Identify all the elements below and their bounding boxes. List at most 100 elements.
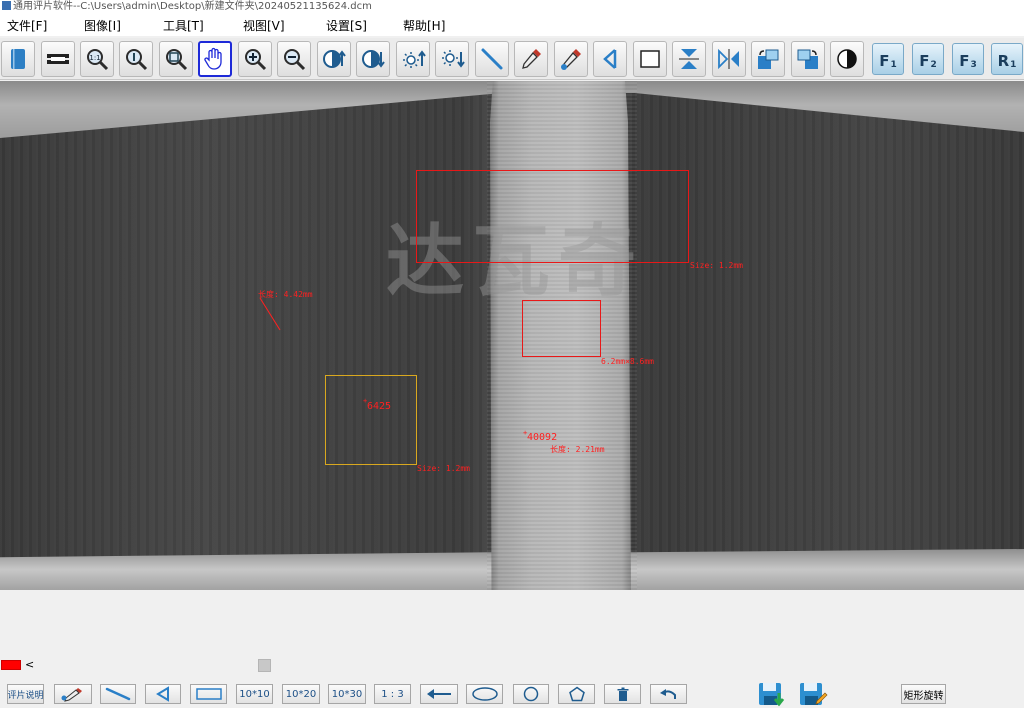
f2-button[interactable]: F2: [912, 43, 944, 75]
bottom-line-button[interactable]: [100, 684, 136, 704]
r1-label: R: [997, 52, 1010, 70]
window-title: 通用评片软件--C:\Users\admin\Desktop\新建文件夹\202…: [13, 1, 372, 12]
grid-10x10-label: 10*10: [239, 688, 270, 700]
circle-button[interactable]: [513, 684, 549, 704]
book-icon: [11, 49, 25, 69]
arrow-left-icon: [427, 689, 451, 699]
zoom-out-button[interactable]: [277, 41, 311, 77]
bottom-triangle-button[interactable]: [145, 684, 181, 704]
rect-large-size-label: Size: 1.2mm: [690, 261, 743, 270]
zoom-full-button[interactable]: [159, 41, 193, 77]
f3-label: F: [959, 52, 970, 70]
line-tool-icon: [481, 48, 503, 70]
zoom-info-button[interactable]: [119, 41, 153, 77]
triangle-icon: [603, 49, 617, 69]
brightness-down-button[interactable]: [435, 41, 469, 77]
rect-yellow-size-label: Size: 1.2mm: [417, 464, 470, 473]
f1-button[interactable]: F1: [872, 43, 904, 75]
flip-horizontal-button[interactable]: [712, 41, 746, 77]
rotate-right-icon: [797, 49, 818, 69]
rectangle-icon: [195, 688, 222, 700]
brightness-down-icon: [442, 50, 465, 68]
measure-rect-yellow[interactable]: [325, 375, 417, 465]
f3-sub: 3: [970, 60, 977, 70]
rotate-left-button[interactable]: [751, 41, 785, 77]
undo-icon: [659, 689, 676, 699]
flip-vertical-icon: [679, 49, 699, 69]
menu-settings[interactable]: 设置[S]: [326, 17, 367, 34]
save-edit-icon[interactable]: [798, 681, 828, 707]
arrow-button[interactable]: [420, 684, 458, 704]
image-viewer[interactable]: 达瓦奇 Size: 1.2mm 6.2mm×8.6mm Size: 1.2mm …: [0, 81, 1024, 590]
measure-rect-large[interactable]: [416, 170, 689, 263]
save-download-icon[interactable]: [757, 681, 787, 707]
eyedropper-plus-icon: [561, 49, 581, 70]
film-description-label: 评片说明: [7, 690, 44, 701]
zoom-fit-button[interactable]: 1:1: [80, 41, 114, 77]
r1-button[interactable]: R1: [991, 43, 1023, 75]
triangle-button[interactable]: [593, 41, 627, 77]
annotation-color-swatch[interactable]: [1, 660, 21, 670]
left-length-line: [259, 297, 281, 331]
bottom-rectangle-button[interactable]: [190, 684, 227, 704]
ratio-1-3-button[interactable]: 1 : 3: [374, 684, 411, 704]
invert-icon: [837, 49, 857, 69]
delete-button[interactable]: [604, 684, 641, 704]
level-icon: [47, 54, 69, 64]
line-tool-button[interactable]: [475, 41, 509, 77]
hand-pan-button[interactable]: [198, 41, 232, 77]
book-button[interactable]: [1, 41, 35, 77]
brightness-up-button[interactable]: [396, 41, 430, 77]
ellipse-button[interactable]: [466, 684, 503, 704]
menu-bar: 文件[F] 图像[I] 工具[T] 视图[V] 设置[S] 帮助[H]: [0, 14, 1024, 36]
flip-vertical-button[interactable]: [672, 41, 706, 77]
grid-10x20-button[interactable]: 10*20: [282, 684, 320, 704]
contrast-down-button[interactable]: [356, 41, 390, 77]
point1-value: 6425: [367, 401, 392, 412]
invert-button[interactable]: [830, 41, 864, 77]
zoom-in-button[interactable]: [238, 41, 272, 77]
hand-pan-icon: [204, 47, 222, 70]
menu-help[interactable]: 帮助[H]: [403, 17, 445, 34]
rect-rotate-button[interactable]: 矩形旋转: [901, 684, 946, 704]
grid-10x30-button[interactable]: 10*30: [328, 684, 366, 704]
menu-view[interactable]: 视图[V]: [243, 17, 285, 34]
triangle-icon: [156, 686, 169, 702]
level-button[interactable]: [41, 41, 75, 77]
menu-tools[interactable]: 工具[T]: [163, 17, 204, 34]
collapse-arrow[interactable]: <: [25, 658, 34, 671]
rotate-right-button[interactable]: [791, 41, 825, 77]
color-row: <: [0, 658, 1024, 673]
rotate-left-icon: [758, 49, 779, 69]
contrast-up-button[interactable]: [317, 41, 351, 77]
flip-horizontal-icon: [718, 48, 739, 70]
r1-sub: 1: [1010, 60, 1017, 70]
measure-rect-small[interactable]: [522, 300, 601, 357]
pentagon-icon: [568, 686, 585, 702]
f3-button[interactable]: F3: [952, 43, 984, 75]
menu-file[interactable]: 文件[F]: [7, 17, 47, 34]
f2-label: F: [919, 52, 930, 70]
rectangle-button[interactable]: [633, 41, 667, 77]
film-description-button[interactable]: 评片说明: [7, 684, 44, 704]
eyedropper-button[interactable]: [514, 41, 548, 77]
menu-image[interactable]: 图像[I]: [84, 17, 121, 34]
window-title-bar: 通用评片软件--C:\Users\admin\Desktop\新建文件夹\202…: [0, 0, 1024, 14]
undo-button[interactable]: [650, 684, 687, 704]
eyedropper-plus-button[interactable]: [554, 41, 588, 77]
grid-10x10-button[interactable]: 10*10: [236, 684, 273, 704]
contrast-down-icon: [362, 50, 385, 68]
bottom-eyedropper-button[interactable]: [54, 684, 92, 704]
ratio-1-3-label: 1 : 3: [381, 688, 404, 700]
bottom-toolbar: 评片说明 10*10 10*20 10*30 1 : 3 矩形旋转: [0, 678, 1024, 708]
zoom-fit-icon: 1:1: [87, 49, 109, 71]
main-toolbar: 1:1 F 1 F 2 F 3 R 1: [0, 38, 1024, 80]
eyedropper-icon: [522, 49, 541, 69]
right-length-label: 长度: 2.21mm: [550, 445, 605, 454]
horizontal-scrollbar-thumb[interactable]: [258, 659, 271, 672]
pentagon-button[interactable]: [558, 684, 595, 704]
ellipse-icon: [471, 687, 498, 701]
trash-icon: [617, 687, 628, 701]
grid-10x20-label: 10*20: [285, 688, 317, 700]
f2-sub: 2: [930, 60, 937, 70]
